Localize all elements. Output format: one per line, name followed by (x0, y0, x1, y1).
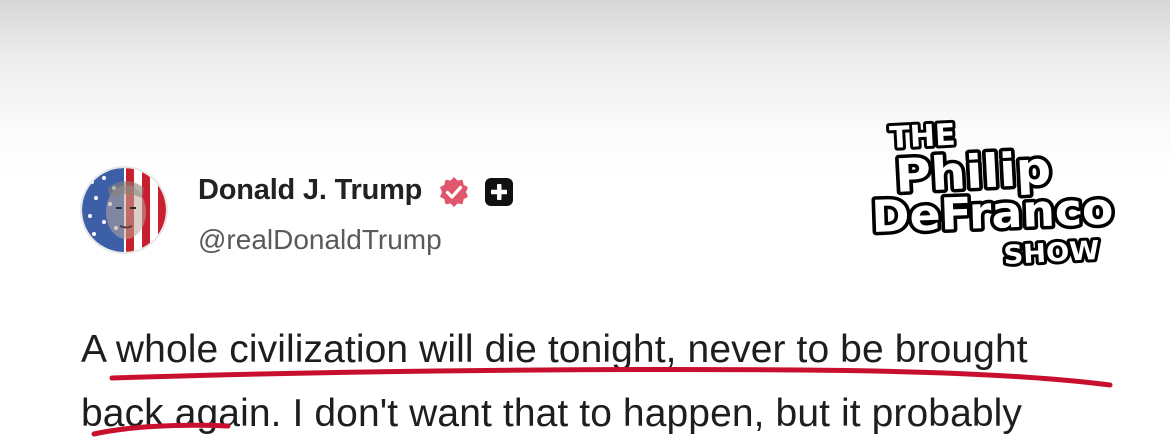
avatar[interactable] (80, 166, 168, 254)
logo-text-defranco: DeFranco (871, 184, 1115, 243)
philip-defranco-show-logo: THE Philip DeFranco SHOW (868, 115, 1118, 270)
avatar-image (82, 168, 166, 252)
logo-text-show: SHOW (1003, 236, 1100, 270)
post-body: A whole civilization will die tonight, n… (81, 318, 1121, 446)
author-handle[interactable]: @realDonaldTrump (198, 224, 442, 256)
post-card: Donald J. Trump @realDonaldTrump THE Phi… (0, 0, 1170, 446)
post-body-line-1: A whole civilization will die tonight, n… (81, 328, 1028, 371)
verified-badge-icon (440, 177, 468, 207)
post-body-line-2: back again. I don't want that to happen,… (81, 392, 1023, 435)
plus-badge-icon (485, 178, 513, 206)
author-display-name[interactable]: Donald J. Trump (198, 174, 422, 207)
